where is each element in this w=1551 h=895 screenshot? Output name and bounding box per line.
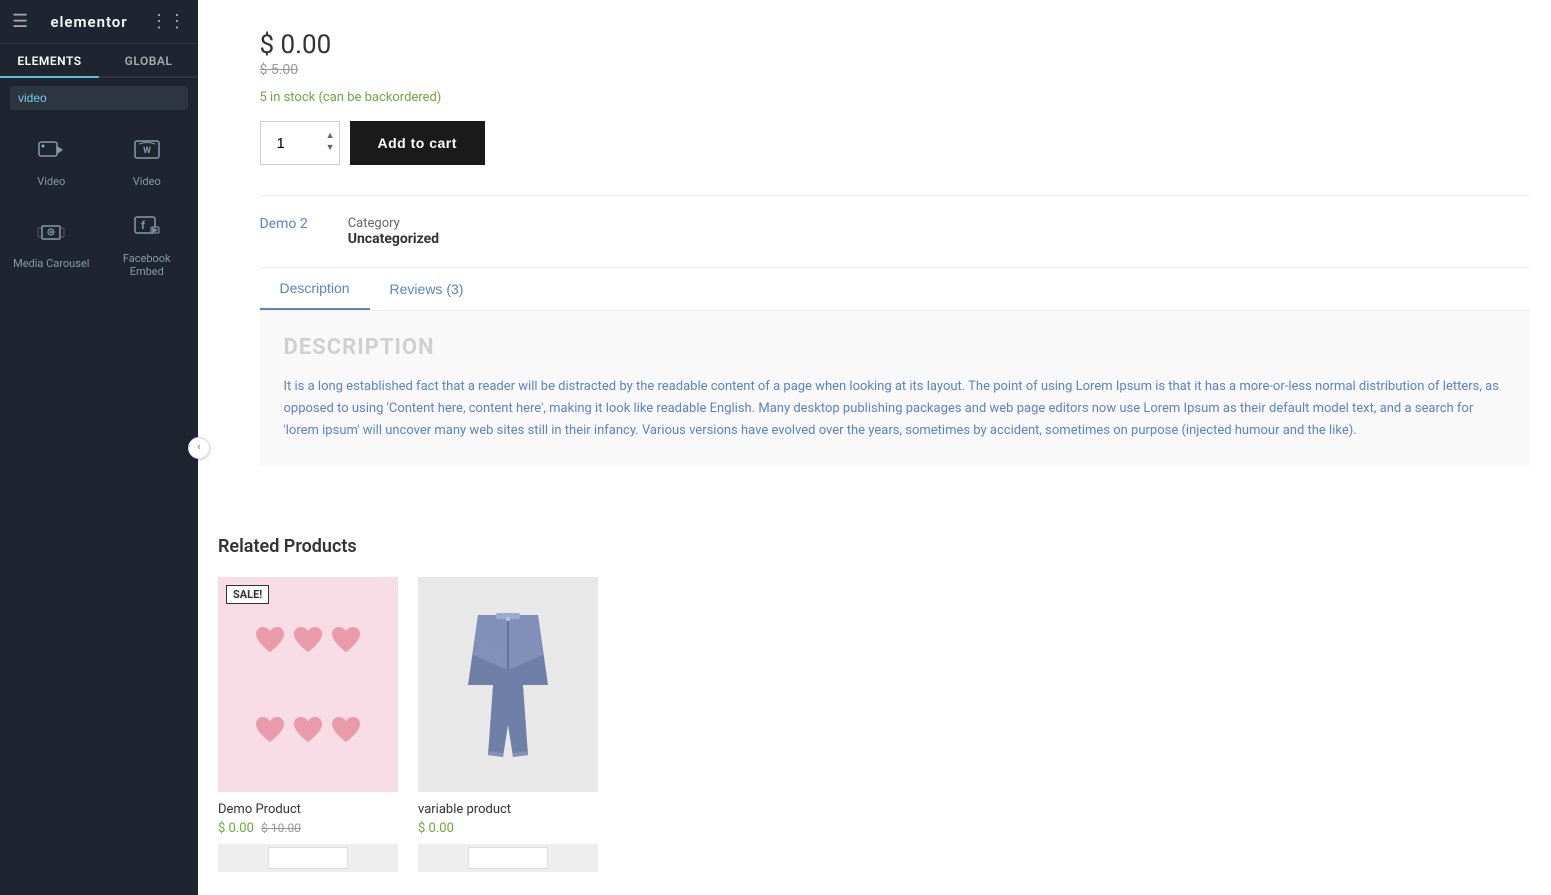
product-price-current: $ 0.00: [260, 30, 1530, 60]
quantity-arrows: ▲ ▼: [326, 131, 335, 154]
product-meta: Demo 2 Category Uncategorized: [260, 195, 1530, 247]
main-content: $ 0.00 $ 5.00 5 in stock (can be backord…: [198, 0, 1551, 895]
widget-item-video2[interactable]: W Video: [100, 122, 195, 198]
quantity-input[interactable]: [269, 122, 319, 164]
widget-label-video1: Video: [37, 175, 65, 188]
product-add-bar-demo: [218, 844, 398, 872]
facebook-embed-icon: f ▶: [133, 213, 161, 246]
page-canvas: $ 0.00 $ 5.00 5 in stock (can be backord…: [198, 0, 1551, 895]
jeans-image: [418, 577, 598, 792]
tabs-nav: Description Reviews (3): [260, 268, 1530, 311]
related-products-title: Related Products: [218, 536, 1178, 557]
quantity-up-arrow[interactable]: ▲: [326, 131, 335, 143]
product-name-demo: Demo Product: [218, 802, 398, 817]
widget-label-facebook-embed: Facebook Embed: [108, 252, 187, 278]
product-add-inner-demo: [268, 847, 348, 869]
product-price-original: $ 5.00: [260, 62, 1530, 78]
hamburger-icon[interactable]: ☰: [12, 11, 28, 32]
description-title: DESCRIPTION: [284, 335, 1506, 360]
products-grid: SALE! Demo Product $ 0.00 $: [218, 577, 1178, 872]
tab-description-button[interactable]: Description: [260, 268, 370, 310]
product-hearts: [218, 577, 398, 792]
tab-description-content: DESCRIPTION It is a long established fac…: [260, 311, 1530, 466]
product-category-wrap: Category Uncategorized: [348, 216, 439, 247]
svg-text:f: f: [141, 219, 145, 232]
quantity-input-wrapper: ▲ ▼: [260, 121, 340, 165]
product-right: $ 0.00 $ 5.00 5 in stock (can be backord…: [220, 20, 1530, 486]
svg-text:W: W: [143, 146, 151, 156]
svg-text:▶: ▶: [152, 226, 158, 234]
product-price-demo: $ 0.00 $ 10.00: [218, 821, 398, 836]
description-text: It is a long established fact that a rea…: [284, 376, 1506, 442]
add-to-cart-row: ▲ ▼ Add to cart: [260, 121, 1530, 165]
sidebar-collapse-button[interactable]: ‹: [188, 437, 210, 459]
elementor-logo: elementor: [50, 13, 127, 31]
tab-global[interactable]: GLOBAL: [99, 44, 198, 76]
sale-badge: SALE!: [226, 585, 269, 604]
product-name-variable: variable product: [418, 802, 598, 817]
grid-icon[interactable]: ⋮⋮: [150, 11, 186, 32]
product-add-inner-variable: [468, 847, 548, 869]
sidebar: ☰ elementor ⋮⋮ ELEMENTS GLOBAL Video: [0, 0, 198, 895]
product-image-demo: SALE!: [218, 577, 398, 792]
widget-item-video1[interactable]: Video: [4, 122, 99, 198]
search-area: [0, 78, 198, 118]
product-image-variable: [418, 577, 598, 792]
sidebar-header: ☰ elementor ⋮⋮: [0, 0, 198, 44]
widget-item-facebook-embed[interactable]: f ▶ Facebook Embed: [100, 199, 195, 288]
quantity-down-arrow[interactable]: ▼: [326, 143, 335, 155]
product-card-demo[interactable]: SALE! Demo Product $ 0.00 $: [218, 577, 398, 872]
sidebar-tabs: ELEMENTS GLOBAL: [0, 44, 198, 78]
widget-label-media-carousel: Media Carousel: [13, 257, 89, 270]
tabs-section: Description Reviews (3) DESCRIPTION It i…: [260, 267, 1530, 486]
add-to-cart-button[interactable]: Add to cart: [350, 121, 485, 165]
tab-elements[interactable]: ELEMENTS: [0, 44, 99, 76]
related-products-section: Related Products SALE!: [198, 516, 1198, 895]
stock-info: 5 in stock (can be backordered): [260, 90, 1530, 105]
widget-grid: Video W Video: [0, 118, 198, 292]
product-section: $ 0.00 $ 5.00 5 in stock (can be backord…: [200, 20, 1550, 516]
widget-label-video2: Video: [133, 175, 161, 188]
video-icon: [37, 136, 65, 169]
search-input[interactable]: [10, 86, 188, 110]
product-add-bar-variable: [418, 844, 598, 872]
wp-video-icon: W: [133, 136, 161, 169]
product-tag-link[interactable]: Demo 2: [260, 216, 308, 232]
product-category-label: Category: [348, 216, 439, 231]
widget-item-media-carousel[interactable]: Media Carousel: [4, 199, 99, 288]
product-category-value: Uncategorized: [348, 231, 439, 247]
product-card-variable[interactable]: variable product $ 0.00: [418, 577, 598, 872]
tab-reviews-button[interactable]: Reviews (3): [370, 268, 484, 310]
product-price-variable: $ 0.00: [418, 821, 598, 836]
media-carousel-icon: [37, 222, 65, 251]
